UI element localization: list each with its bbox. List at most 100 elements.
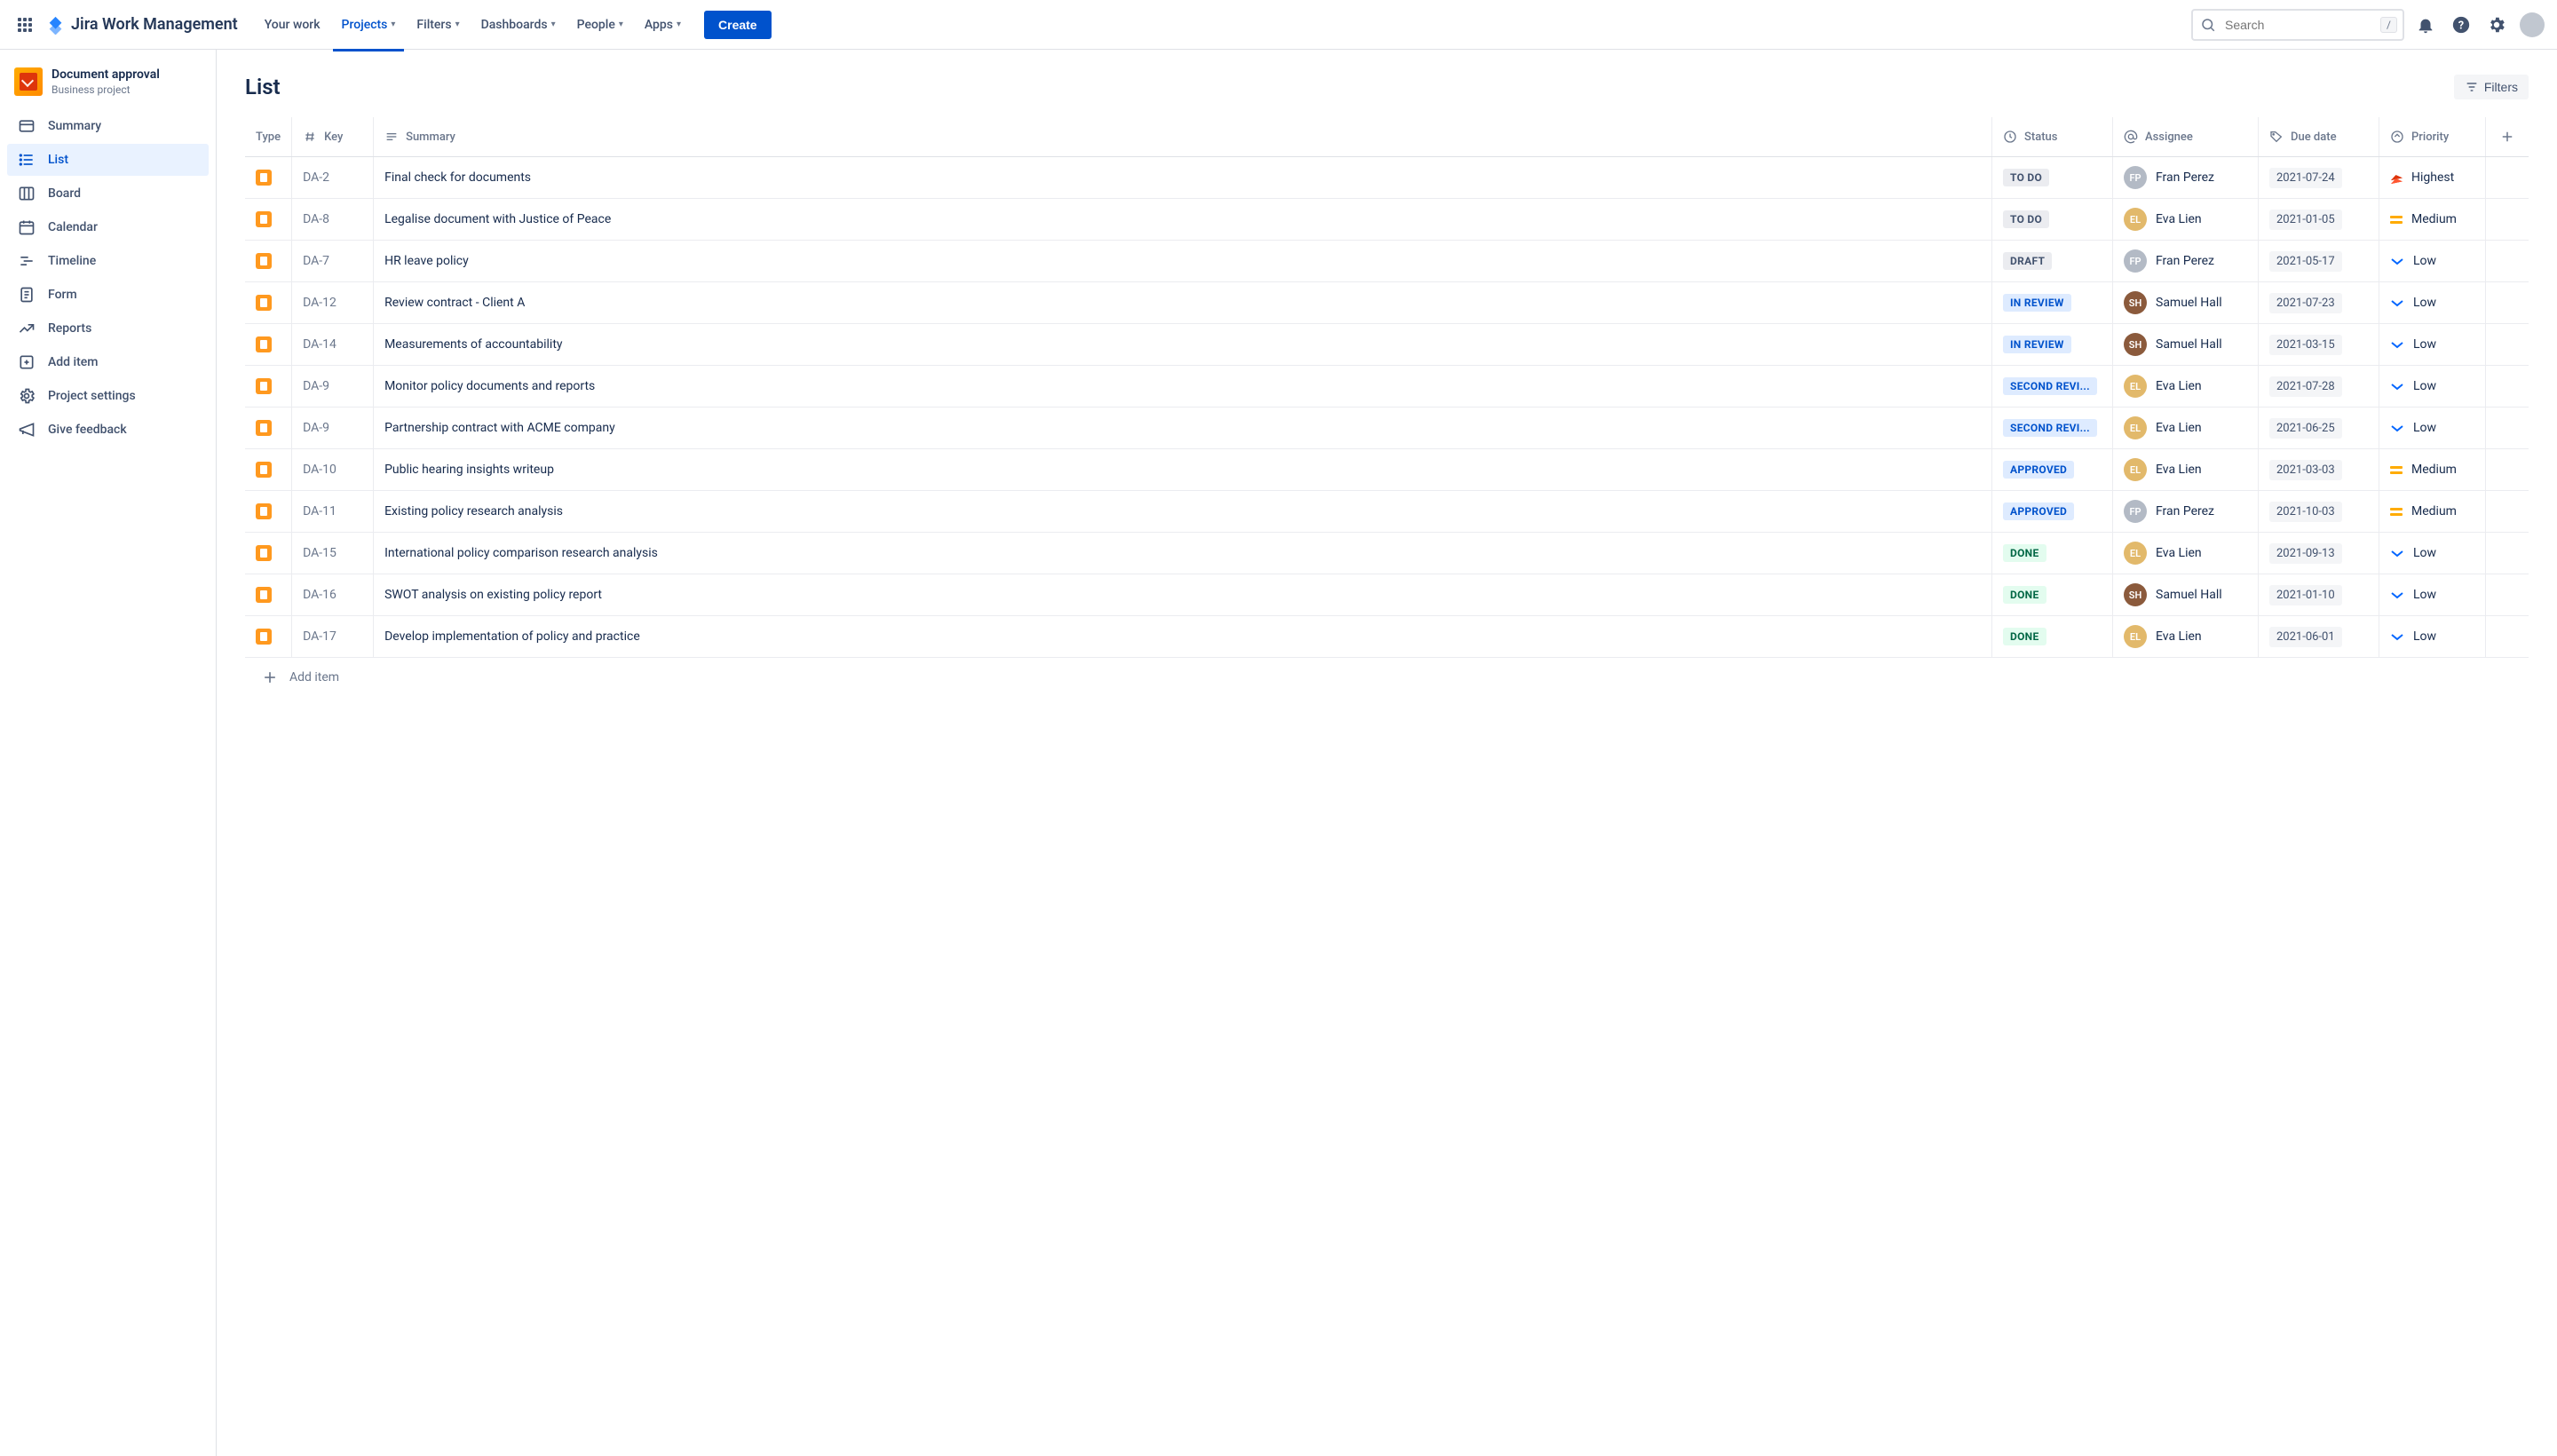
sidebar-item-list[interactable]: List xyxy=(7,144,209,176)
cell-key[interactable]: DA-8 xyxy=(292,199,374,241)
add-item-row[interactable]: Add item xyxy=(245,658,2529,697)
nav-people[interactable]: People▾ xyxy=(568,11,632,39)
cell-priority[interactable]: Low xyxy=(2379,408,2486,449)
cell-due-date[interactable]: 2021-06-25 xyxy=(2259,408,2379,449)
nav-filters[interactable]: Filters▾ xyxy=(408,11,468,39)
cell-priority[interactable]: Medium xyxy=(2379,449,2486,491)
cell-priority[interactable]: Low xyxy=(2379,366,2486,408)
cell-status[interactable]: IN REVIEW xyxy=(1992,324,2113,366)
cell-due-date[interactable]: 2021-01-05 xyxy=(2259,199,2379,241)
cell-due-date[interactable]: 2021-07-23 xyxy=(2259,282,2379,324)
cell-due-date[interactable]: 2021-03-15 xyxy=(2259,324,2379,366)
nav-projects[interactable]: Projects▾ xyxy=(333,11,405,39)
cell-key[interactable]: DA-14 xyxy=(292,324,374,366)
column-priority[interactable]: Priority xyxy=(2379,117,2486,157)
cell-type[interactable] xyxy=(245,574,292,616)
profile-button[interactable] xyxy=(2518,11,2546,39)
column-summary[interactable]: Summary xyxy=(374,117,1992,157)
cell-type[interactable] xyxy=(245,408,292,449)
cell-assignee[interactable]: ELEva Lien xyxy=(2113,533,2259,574)
cell-summary[interactable]: International policy comparison research… xyxy=(374,533,1992,574)
cell-summary[interactable]: Measurements of accountability xyxy=(374,324,1992,366)
column-key[interactable]: Key xyxy=(292,117,374,157)
filters-button[interactable]: Filters xyxy=(2454,75,2529,99)
cell-priority[interactable]: Highest xyxy=(2379,157,2486,199)
cell-summary[interactable]: Legalise document with Justice of Peace xyxy=(374,199,1992,241)
cell-assignee[interactable]: ELEva Lien xyxy=(2113,449,2259,491)
notifications-button[interactable] xyxy=(2411,11,2440,39)
cell-priority[interactable]: Low xyxy=(2379,574,2486,616)
table-row[interactable]: DA-15International policy comparison res… xyxy=(245,533,2529,574)
nav-apps[interactable]: Apps▾ xyxy=(636,11,690,39)
cell-assignee[interactable]: ELEva Lien xyxy=(2113,199,2259,241)
cell-due-date[interactable]: 2021-05-17 xyxy=(2259,241,2379,282)
cell-type[interactable] xyxy=(245,282,292,324)
sidebar-item-give-feedback[interactable]: Give feedback xyxy=(7,414,209,446)
cell-type[interactable] xyxy=(245,449,292,491)
project-header[interactable]: Document approval Business project xyxy=(7,67,209,110)
cell-priority[interactable]: Low xyxy=(2379,616,2486,658)
cell-due-date[interactable]: 2021-03-03 xyxy=(2259,449,2379,491)
table-row[interactable]: DA-8Legalise document with Justice of Pe… xyxy=(245,199,2529,241)
cell-due-date[interactable]: 2021-07-28 xyxy=(2259,366,2379,408)
cell-summary[interactable]: Develop implementation of policy and pra… xyxy=(374,616,1992,658)
cell-key[interactable]: DA-12 xyxy=(292,282,374,324)
cell-due-date[interactable]: 2021-01-10 xyxy=(2259,574,2379,616)
column-due-date[interactable]: Due date xyxy=(2259,117,2379,157)
cell-summary[interactable]: Partnership contract with ACME company xyxy=(374,408,1992,449)
cell-status[interactable]: IN REVIEW xyxy=(1992,282,2113,324)
cell-type[interactable] xyxy=(245,616,292,658)
cell-summary[interactable]: Final check for documents xyxy=(374,157,1992,199)
cell-summary[interactable]: SWOT analysis on existing policy report xyxy=(374,574,1992,616)
cell-assignee[interactable]: FPFran Perez xyxy=(2113,491,2259,533)
table-row[interactable]: DA-2Final check for documentsTO DOFPFran… xyxy=(245,157,2529,199)
cell-key[interactable]: DA-15 xyxy=(292,533,374,574)
cell-due-date[interactable]: 2021-10-03 xyxy=(2259,491,2379,533)
create-button[interactable]: Create xyxy=(704,11,772,39)
cell-status[interactable]: DRAFT xyxy=(1992,241,2113,282)
cell-key[interactable]: DA-9 xyxy=(292,408,374,449)
search-input[interactable] xyxy=(2191,9,2404,41)
table-row[interactable]: DA-10Public hearing insights writeupAPPR… xyxy=(245,449,2529,491)
cell-assignee[interactable]: ELEva Lien xyxy=(2113,616,2259,658)
cell-status[interactable]: DONE xyxy=(1992,574,2113,616)
cell-due-date[interactable]: 2021-09-13 xyxy=(2259,533,2379,574)
sidebar-item-form[interactable]: Form xyxy=(7,279,209,311)
cell-key[interactable]: DA-16 xyxy=(292,574,374,616)
cell-status[interactable]: SECOND REVI... xyxy=(1992,408,2113,449)
sidebar-item-timeline[interactable]: Timeline xyxy=(7,245,209,277)
table-row[interactable]: DA-16SWOT analysis on existing policy re… xyxy=(245,574,2529,616)
table-row[interactable]: DA-17Develop implementation of policy an… xyxy=(245,616,2529,658)
cell-type[interactable] xyxy=(245,491,292,533)
table-row[interactable]: DA-14Measurements of accountabilityIN RE… xyxy=(245,324,2529,366)
cell-assignee[interactable]: SHSamuel Hall xyxy=(2113,282,2259,324)
cell-type[interactable] xyxy=(245,199,292,241)
cell-type[interactable] xyxy=(245,241,292,282)
app-switcher-button[interactable] xyxy=(11,11,39,39)
nav-your-work[interactable]: Your work xyxy=(256,11,329,39)
cell-status[interactable]: DONE xyxy=(1992,616,2113,658)
add-column-button[interactable] xyxy=(2497,126,2518,147)
cell-status[interactable]: DONE xyxy=(1992,533,2113,574)
cell-key[interactable]: DA-7 xyxy=(292,241,374,282)
table-row[interactable]: DA-9Monitor policy documents and reports… xyxy=(245,366,2529,408)
sidebar-item-summary[interactable]: Summary xyxy=(7,110,209,142)
cell-priority[interactable]: Low xyxy=(2379,282,2486,324)
cell-summary[interactable]: Review contract - Client A xyxy=(374,282,1992,324)
cell-due-date[interactable]: 2021-07-24 xyxy=(2259,157,2379,199)
sidebar-item-board[interactable]: Board xyxy=(7,178,209,210)
column-type[interactable]: Type xyxy=(245,117,292,157)
cell-assignee[interactable]: SHSamuel Hall xyxy=(2113,324,2259,366)
cell-assignee[interactable]: ELEva Lien xyxy=(2113,366,2259,408)
nav-dashboards[interactable]: Dashboards▾ xyxy=(472,11,565,39)
brand-logo-link[interactable]: Jira Work Management xyxy=(46,15,238,35)
table-row[interactable]: DA-7HR leave policyDRAFTFPFran Perez2021… xyxy=(245,241,2529,282)
cell-status[interactable]: TO DO xyxy=(1992,199,2113,241)
sidebar-item-project-settings[interactable]: Project settings xyxy=(7,380,209,412)
cell-summary[interactable]: HR leave policy xyxy=(374,241,1992,282)
cell-priority[interactable]: Medium xyxy=(2379,491,2486,533)
cell-key[interactable]: DA-17 xyxy=(292,616,374,658)
sidebar-item-reports[interactable]: Reports xyxy=(7,313,209,344)
cell-type[interactable] xyxy=(245,324,292,366)
cell-priority[interactable]: Low xyxy=(2379,241,2486,282)
